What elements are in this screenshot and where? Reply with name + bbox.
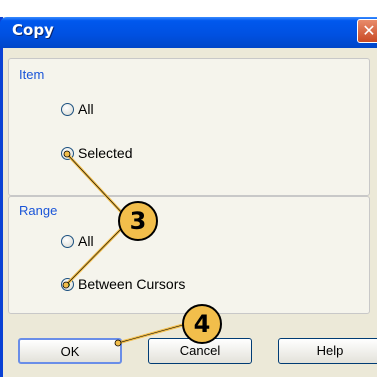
callout-marker-3: 3 — [118, 201, 158, 241]
callout-dot-selected — [63, 150, 71, 158]
callout-4-line-to-ok-outline — [117, 322, 191, 344]
callout-3-line-to-between-outline — [65, 225, 125, 286]
callout-dot-ok — [114, 339, 122, 347]
callout-dot-between — [62, 281, 70, 289]
callout-marker-4: 4 — [182, 304, 222, 344]
callout-3-line-to-selected-outline — [66, 153, 125, 216]
